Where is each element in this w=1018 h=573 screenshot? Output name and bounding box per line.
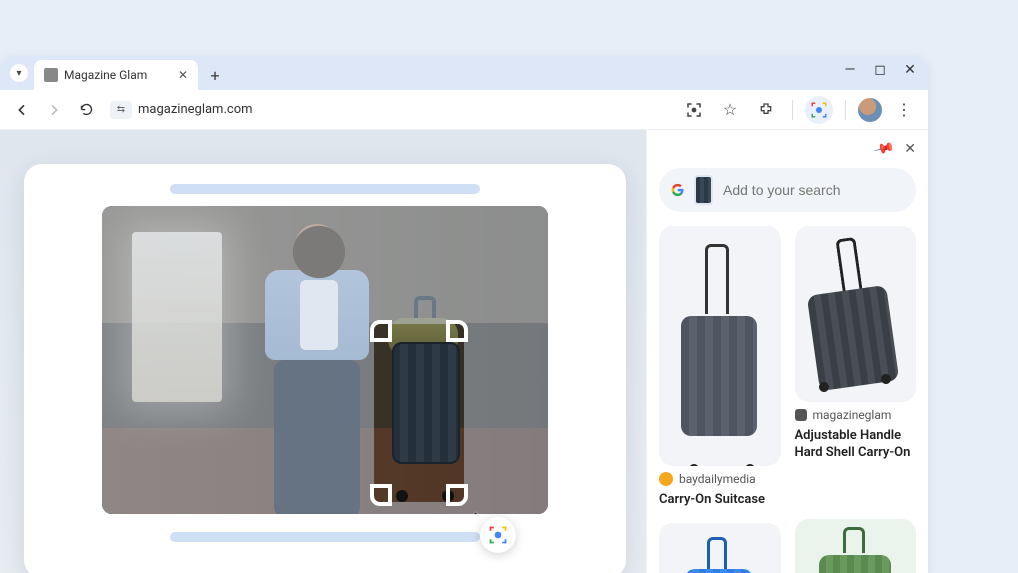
tab-favicon (44, 68, 58, 82)
skeleton-bar (170, 184, 480, 194)
browser-window: ▾ Magazine Glam ✕ + ― ◻ ✕ ⇆ magazineglam… (0, 56, 928, 573)
source-favicon-icon (795, 409, 807, 421)
result-source-label: baydailymedia (679, 472, 756, 486)
lens-search-input[interactable] (723, 182, 904, 198)
lens-side-panel: 📌 ✕ baydailymedia Ca (646, 130, 928, 573)
tab-close-icon[interactable]: ✕ (178, 68, 188, 82)
source-favicon-icon (659, 472, 673, 486)
bookmark-star-icon[interactable]: ☆ (716, 96, 744, 124)
result-source: baydailymedia (659, 472, 781, 486)
tab-search-button[interactable]: ▾ (10, 64, 28, 82)
extensions-icon[interactable] (752, 96, 780, 124)
article-card: ✛ (24, 164, 626, 573)
result-source: magazineglam (795, 408, 917, 422)
nav-forward-button[interactable] (42, 98, 66, 122)
result-title: Carry-On Suitcase (659, 492, 781, 509)
tab-strip: ▾ Magazine Glam ✕ + ― ◻ ✕ (0, 56, 928, 90)
panel-close-icon[interactable]: ✕ (904, 141, 916, 157)
window-close-icon[interactable]: ✕ (902, 62, 918, 78)
skeleton-bar (170, 532, 480, 542)
lens-toolbar-icon[interactable] (680, 96, 708, 124)
lens-search-box[interactable] (659, 168, 916, 212)
site-info-icon[interactable]: ⇆ (110, 101, 132, 119)
nav-back-button[interactable] (10, 98, 34, 122)
page-viewport: ✛ (0, 130, 646, 573)
new-tab-button[interactable]: + (202, 62, 228, 88)
address-url: magazineglam.com (138, 102, 253, 117)
pin-icon[interactable]: 📌 (872, 138, 895, 161)
result-image (659, 523, 781, 573)
tab-active[interactable]: Magazine Glam ✕ (34, 60, 198, 90)
content-area: ✛ 📌 ✕ (0, 130, 928, 573)
toolbar-divider (845, 100, 846, 120)
result-source-label: magazineglam (813, 408, 892, 422)
overflow-menu-icon[interactable]: ⋮ (890, 96, 918, 124)
result-image (659, 226, 781, 466)
tab-title: Magazine Glam (64, 68, 147, 82)
window-maximize-icon[interactable]: ◻ (872, 62, 888, 78)
nav-reload-button[interactable] (74, 98, 98, 122)
result-card[interactable]: magazineglam Adjustable Handle Hard Shel… (795, 226, 917, 462)
address-bar[interactable]: ⇆ magazineglam.com (110, 96, 253, 124)
crosshair-cursor-icon: ✛ (468, 510, 483, 514)
result-image (795, 226, 917, 402)
result-card[interactable]: baydailymedia Carry-On Suitcase (659, 226, 781, 509)
toolbar: ⇆ magazineglam.com ☆ ⋮ (0, 90, 928, 130)
profile-avatar[interactable] (858, 98, 882, 122)
lens-fab-button[interactable] (480, 517, 516, 553)
result-title: Adjustable Handle Hard Shell Carry-On (795, 428, 917, 462)
search-thumbnail (694, 175, 713, 205)
result-image (795, 519, 917, 573)
lens-crop-handles[interactable] (374, 324, 464, 502)
window-minimize-icon[interactable]: ― (842, 62, 858, 78)
lens-panel-toggle-icon[interactable] (805, 96, 833, 124)
toolbar-divider (792, 100, 793, 120)
article-image[interactable]: ✛ (102, 206, 548, 514)
window-controls: ― ◻ ✕ (842, 62, 918, 78)
lens-dim-overlay (102, 206, 548, 514)
result-card[interactable] (795, 519, 917, 573)
result-card[interactable] (659, 523, 781, 573)
results-grid: baydailymedia Carry-On Suitcase magazine… (659, 226, 916, 573)
google-logo-icon (671, 180, 684, 200)
